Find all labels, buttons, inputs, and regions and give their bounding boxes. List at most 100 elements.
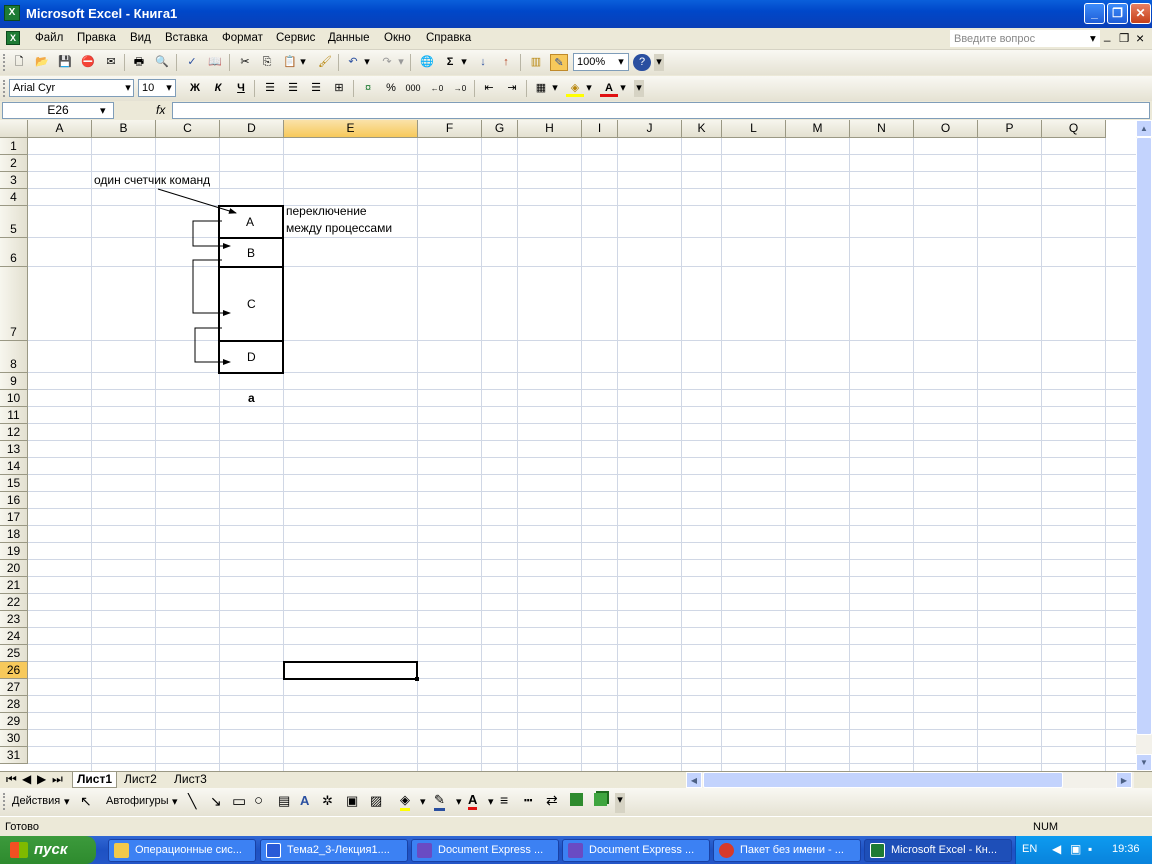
menu-data[interactable]: Данные bbox=[328, 32, 370, 44]
font-color-draw-icon[interactable]: A bbox=[468, 792, 478, 810]
task-document-express-2[interactable]: Document Express ... bbox=[562, 839, 710, 862]
toolbar-options-icon[interactable]: ▾ bbox=[654, 54, 664, 71]
bold-button[interactable]: Ж bbox=[186, 80, 204, 97]
redo-dropdown-icon[interactable]: ▾ bbox=[396, 54, 406, 71]
tab-sheet1[interactable]: Лист1 bbox=[72, 772, 118, 788]
save-icon[interactable]: 💾 bbox=[56, 54, 74, 71]
align-left-icon[interactable]: ☰ bbox=[261, 80, 279, 97]
doc-restore-button[interactable]: ❐ bbox=[1119, 31, 1129, 45]
clipart-icon[interactable]: ▣ bbox=[346, 793, 358, 809]
undo-icon[interactable]: ↶ bbox=[344, 54, 362, 71]
permission-icon[interactable]: ⛔ bbox=[79, 54, 97, 71]
insert-picture-icon[interactable]: ▨ bbox=[370, 793, 382, 809]
select-objects-icon[interactable]: ↖ bbox=[80, 793, 92, 810]
chart-wizard-icon[interactable]: ▥ bbox=[527, 54, 545, 71]
undo-dropdown-icon[interactable]: ▾ bbox=[362, 54, 372, 71]
spelling-icon[interactable]: ✓ bbox=[183, 54, 201, 71]
fill-handle[interactable] bbox=[415, 677, 419, 681]
new-icon[interactable]: 🗋 bbox=[10, 54, 28, 71]
restore-button[interactable]: ❐ bbox=[1107, 3, 1128, 24]
tray-app-icon[interactable]: ▪ bbox=[1088, 842, 1092, 856]
task-package[interactable]: Пакет без имени - ... bbox=[713, 839, 861, 862]
zoom-dropdown-icon[interactable]: ▾ bbox=[615, 54, 627, 71]
formula-input[interactable] bbox=[172, 102, 1150, 119]
copy-icon[interactable]: ⎘ bbox=[258, 54, 276, 71]
name-box-dropdown-icon[interactable]: ▾ bbox=[100, 104, 106, 117]
menu-format[interactable]: Формат bbox=[222, 32, 263, 44]
fill-dropdown-icon[interactable]: ▾ bbox=[584, 80, 594, 97]
align-center-icon[interactable]: ☰ bbox=[284, 80, 302, 97]
redo-icon[interactable]: ↷ bbox=[378, 54, 396, 71]
size-dropdown-icon[interactable]: ▾ bbox=[163, 80, 175, 97]
close-button[interactable]: ✕ bbox=[1130, 3, 1151, 24]
italic-button[interactable]: К bbox=[209, 80, 227, 97]
last-sheet-icon[interactable]: ⏭ bbox=[48, 772, 67, 788]
scroll-left-icon[interactable]: ◀ bbox=[686, 772, 702, 788]
doc-minimize-button[interactable]: _ bbox=[1104, 30, 1110, 42]
task-document-express-1[interactable]: Document Express ... bbox=[411, 839, 559, 862]
tray-expand-icon[interactable]: ◀ bbox=[1052, 842, 1061, 856]
rectangle-tool-icon[interactable]: ▭ bbox=[232, 792, 246, 810]
cell-e5-text-line1[interactable]: переключение bbox=[286, 204, 367, 218]
wordart-icon[interactable]: A bbox=[300, 793, 309, 808]
line-tool-icon[interactable]: ╲ bbox=[188, 793, 196, 810]
sort-ascending-icon[interactable]: ↓ bbox=[474, 54, 492, 71]
ask-question-input[interactable]: Введите вопрос bbox=[950, 30, 1100, 47]
toolbar-options-icon[interactable]: ▾ bbox=[634, 80, 644, 97]
autosum-icon[interactable]: Σ bbox=[441, 54, 459, 71]
cell-e5-text-line2[interactable]: между процессами bbox=[286, 221, 392, 235]
oval-tool-icon[interactable]: ○ bbox=[254, 792, 263, 809]
currency-icon[interactable]: ¤ bbox=[359, 80, 377, 97]
task-excel[interactable]: Microsoft Excel - Кн... bbox=[864, 839, 1012, 862]
sort-descending-icon[interactable]: ↑ bbox=[497, 54, 515, 71]
print-icon[interactable]: 🖶 bbox=[130, 54, 148, 71]
merge-center-icon[interactable]: ⊞ bbox=[330, 80, 348, 97]
toolbar-grip[interactable] bbox=[3, 793, 6, 810]
print-preview-icon[interactable]: 🔍 bbox=[153, 54, 171, 71]
task-folder[interactable]: Операционные сис... bbox=[108, 839, 256, 862]
counter-arrow[interactable] bbox=[157, 188, 237, 214]
research-icon[interactable]: 📖 bbox=[206, 54, 224, 71]
line-color-dropdown-icon[interactable]: ▾ bbox=[456, 795, 462, 808]
thousands-button[interactable]: 000 bbox=[404, 80, 422, 97]
line-style-icon[interactable]: ≡ bbox=[500, 792, 508, 808]
diagram-tool-icon[interactable]: ✲ bbox=[322, 793, 333, 809]
fill-draw-dropdown-icon[interactable]: ▾ bbox=[420, 795, 426, 808]
ask-dropdown-icon[interactable]: ▾ bbox=[1090, 31, 1096, 45]
vertical-scrollbar[interactable]: ▲ ▼ bbox=[1136, 120, 1152, 771]
font-name-select[interactable]: Arial Cyr bbox=[9, 79, 134, 97]
network-icon[interactable]: ▣ bbox=[1070, 842, 1081, 856]
excel-app-icon[interactable]: X bbox=[4, 5, 20, 21]
textbox-tool-icon[interactable]: ▤ bbox=[278, 793, 290, 809]
menu-file[interactable]: Файл bbox=[35, 32, 63, 44]
menu-view[interactable]: Вид bbox=[130, 32, 151, 44]
font-color-draw-dropdown-icon[interactable]: ▾ bbox=[488, 795, 494, 808]
autoshapes-dropdown-icon[interactable]: ▾ bbox=[172, 795, 178, 808]
toolbar-options-icon[interactable]: ▾ bbox=[615, 793, 625, 813]
fill-color-draw-icon[interactable]: ◈ bbox=[400, 792, 410, 811]
draw-actions-menu[interactable]: Действия bbox=[12, 795, 60, 807]
menu-window[interactable]: Окно bbox=[384, 32, 411, 44]
paste-icon[interactable]: 📋 bbox=[281, 54, 299, 71]
drawing-toggle-icon[interactable]: ✎ bbox=[550, 54, 568, 71]
start-button[interactable]: пуск bbox=[0, 836, 96, 864]
increase-decimal-icon[interactable]: ←0 bbox=[428, 80, 446, 97]
doc-close-button[interactable]: × bbox=[1136, 30, 1144, 46]
autosum-dropdown-icon[interactable]: ▾ bbox=[459, 54, 469, 71]
increase-indent-icon[interactable]: ⇥ bbox=[503, 80, 521, 97]
arrow-tool-icon[interactable]: ↘ bbox=[210, 793, 222, 810]
scroll-up-icon[interactable]: ▲ bbox=[1136, 120, 1152, 137]
font-color-icon[interactable]: A bbox=[600, 80, 618, 97]
borders-dropdown-icon[interactable]: ▾ bbox=[550, 80, 560, 97]
toolbar-grip[interactable] bbox=[3, 54, 6, 71]
arrow-style-icon[interactable]: ⇄ bbox=[546, 792, 558, 809]
align-right-icon[interactable]: ☰ bbox=[307, 80, 325, 97]
dash-style-icon[interactable]: ┅ bbox=[524, 792, 532, 809]
menu-tools[interactable]: Сервис bbox=[276, 32, 315, 44]
toolbar-grip[interactable] bbox=[3, 80, 6, 97]
hyperlink-icon[interactable]: 🌐 bbox=[418, 54, 436, 71]
menu-edit[interactable]: Правка bbox=[77, 32, 116, 44]
scroll-down-icon[interactable]: ▼ bbox=[1136, 754, 1152, 771]
decrease-decimal-icon[interactable]: →0 bbox=[451, 80, 469, 97]
line-color-icon[interactable]: ✎ bbox=[434, 792, 445, 811]
